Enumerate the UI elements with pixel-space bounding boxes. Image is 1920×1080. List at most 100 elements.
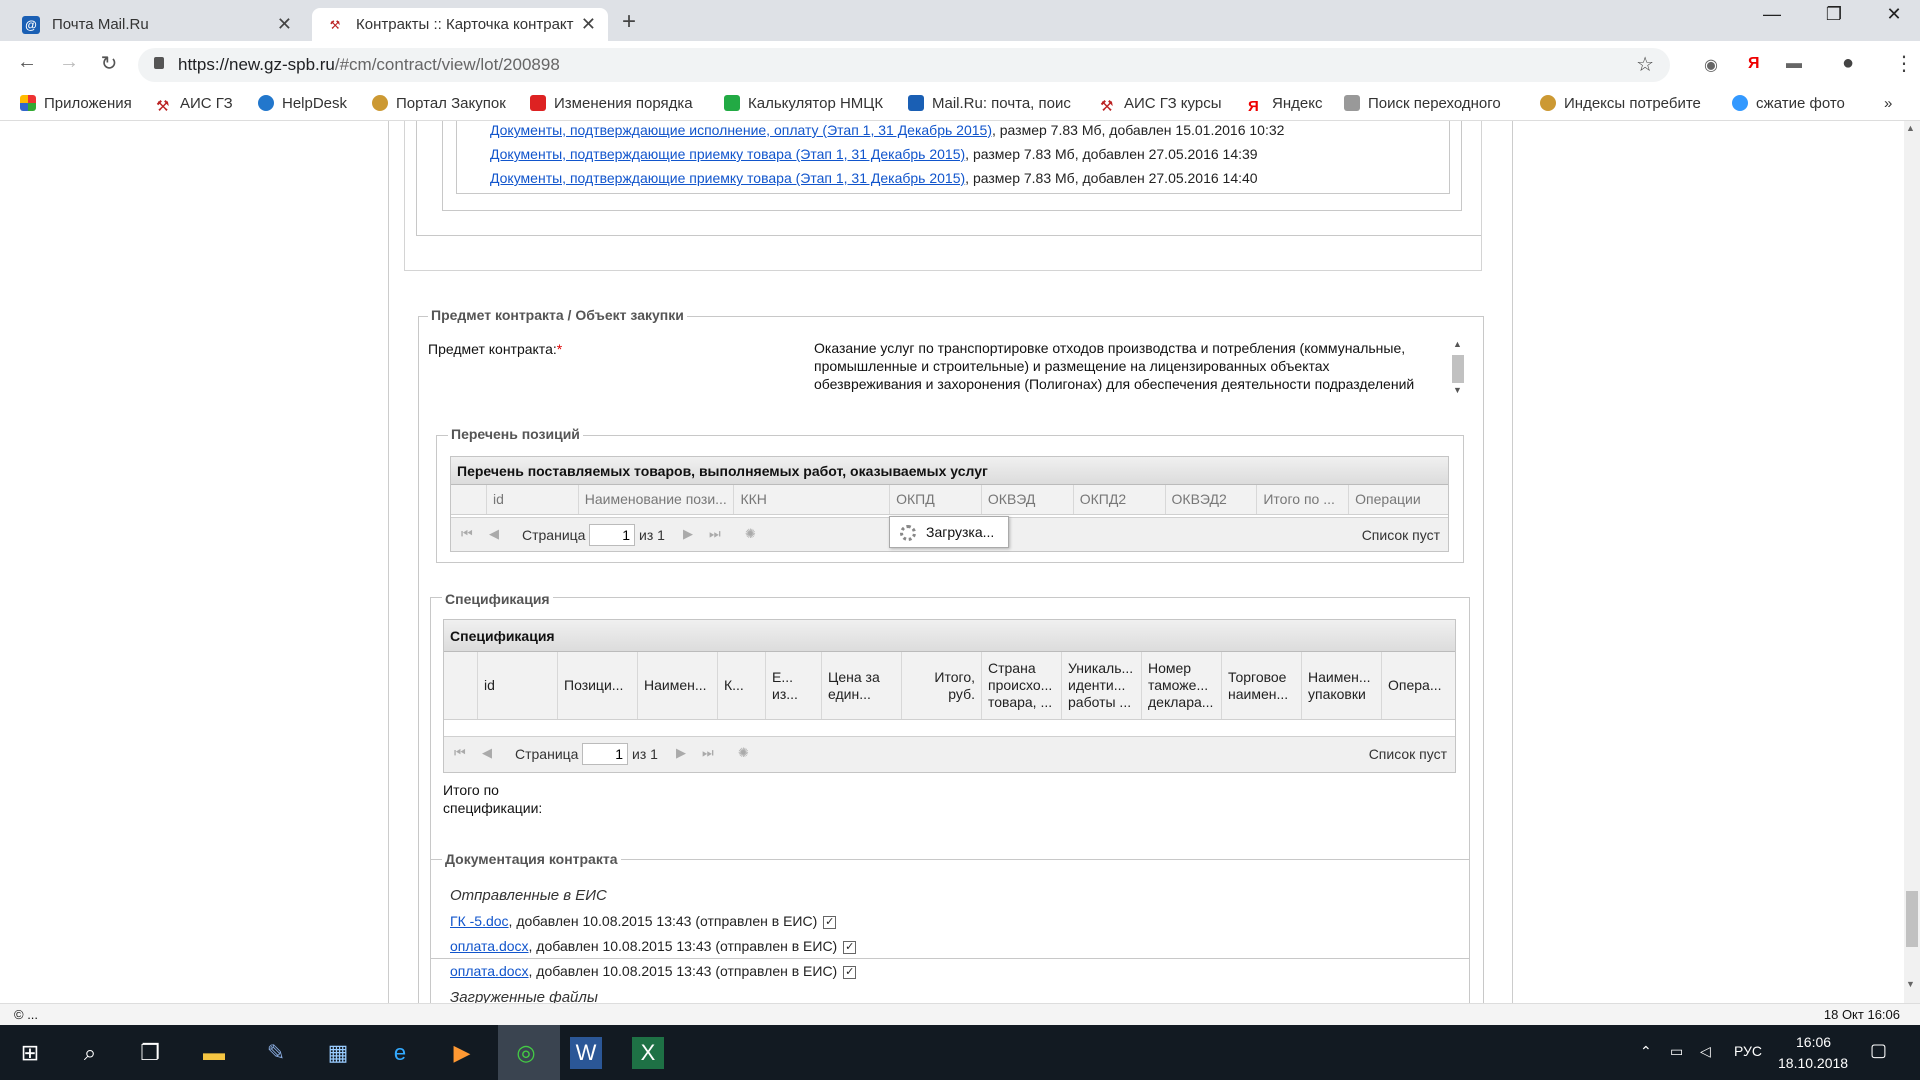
- file-link[interactable]: ГК -5.doc: [450, 913, 509, 929]
- column-header[interactable]: Наимен... упаковки: [1302, 652, 1382, 719]
- task-view-icon[interactable]: ❐: [134, 1037, 166, 1069]
- menu-icon[interactable]: ⋮: [1894, 51, 1914, 76]
- doc-link[interactable]: Документы, подтверждающие приемку товара…: [490, 146, 965, 162]
- back-icon[interactable]: ←: [12, 51, 42, 74]
- column-header[interactable]: Страна происхо... товара, ...: [982, 652, 1062, 719]
- doc-link[interactable]: Документы, подтверждающие исполнение, оп…: [490, 122, 992, 138]
- bookmark-indexes[interactable]: Индексы потребите: [1540, 95, 1701, 112]
- page-scrollbar[interactable]: ▲ ▼: [1904, 121, 1920, 1003]
- profile-icon[interactable]: ●: [1842, 52, 1854, 75]
- search-icon[interactable]: ⌕: [74, 1037, 106, 1069]
- column-header[interactable]: Е... из...: [766, 652, 822, 719]
- column-header[interactable]: ОКВЭД: [982, 485, 1074, 514]
- extension-icon[interactable]: ▬: [1786, 55, 1802, 73]
- network-icon[interactable]: ▭: [1670, 1043, 1683, 1060]
- tab-mail[interactable]: @ Почта Mail.Ru ✕: [8, 8, 304, 41]
- notifications-icon[interactable]: ▢: [1870, 1040, 1887, 1061]
- column-header[interactable]: Итого, руб.: [902, 652, 982, 719]
- scroll-down-icon[interactable]: ▼: [1906, 979, 1915, 989]
- tab-contracts[interactable]: ⚒ Контракты :: Карточка контракт ✕: [312, 8, 608, 41]
- column-header[interactable]: Операции: [1349, 485, 1448, 514]
- clock-date[interactable]: 18.10.2018: [1778, 1055, 1848, 1071]
- extension-icon[interactable]: ◉: [1704, 55, 1718, 75]
- bookmark-changes[interactable]: Изменения порядка: [530, 95, 693, 112]
- column-header[interactable]: id: [487, 485, 579, 514]
- language-indicator[interactable]: РУС: [1734, 1043, 1762, 1059]
- file-explorer-icon[interactable]: ▬: [198, 1037, 230, 1069]
- calculator-icon[interactable]: ▦: [322, 1037, 354, 1069]
- bookmark-portal[interactable]: Портал Закупок: [372, 95, 506, 112]
- app-icon[interactable]: ✎: [260, 1037, 292, 1069]
- bookmark-ais-courses[interactable]: ⚒ АИС ГЗ курсы: [1100, 95, 1222, 115]
- close-tab-icon[interactable]: ✕: [277, 8, 292, 41]
- column-header[interactable]: Позици...: [558, 652, 638, 719]
- restore-icon[interactable]: ❐: [1814, 4, 1854, 25]
- bookmark-ais-gz[interactable]: ⚒ АИС ГЗ: [156, 95, 233, 115]
- column-header[interactable]: ОКПД2: [1074, 485, 1166, 514]
- column-header[interactable]: ККН: [734, 485, 891, 514]
- bookmark-photo[interactable]: сжатие фото: [1732, 95, 1845, 112]
- tray-chevron-icon[interactable]: ⌃: [1640, 1043, 1652, 1060]
- bookmark-star-icon[interactable]: ☆: [1636, 52, 1654, 77]
- internet-explorer-icon[interactable]: e: [384, 1037, 416, 1069]
- page-number-input[interactable]: [582, 743, 628, 765]
- first-page-icon[interactable]: ⏮: [454, 745, 466, 761]
- volume-muted-icon[interactable]: ◁: [1700, 1043, 1711, 1060]
- next-page-icon[interactable]: ▶: [683, 526, 693, 542]
- minimize-icon[interactable]: —: [1752, 4, 1792, 25]
- last-page-icon[interactable]: ⏭: [709, 526, 721, 542]
- bookmark-search[interactable]: Поиск переходного: [1344, 95, 1501, 112]
- windows-start-icon[interactable]: ⊞: [14, 1037, 46, 1069]
- scroll-down-icon[interactable]: ▼: [1453, 385, 1462, 395]
- media-player-icon[interactable]: ▶: [446, 1037, 478, 1069]
- bookmark-yandex[interactable]: Я Яндекс: [1248, 95, 1322, 115]
- excel-icon[interactable]: X: [632, 1037, 664, 1069]
- column-header[interactable]: id: [478, 652, 558, 719]
- scroll-up-icon[interactable]: ▲: [1906, 123, 1915, 133]
- column-header[interactable]: Цена за един...: [822, 652, 902, 719]
- doc-link[interactable]: Документы, подтверждающие приемку товара…: [490, 170, 965, 186]
- bookmark-helpdesk[interactable]: HelpDesk: [258, 95, 347, 112]
- scroll-thumb[interactable]: [1452, 355, 1464, 383]
- textarea-scrollbar[interactable]: ▲ ▼: [1450, 339, 1466, 395]
- first-page-icon[interactable]: ⏮: [461, 526, 473, 542]
- file-link[interactable]: оплата.docx: [450, 938, 529, 954]
- column-header[interactable]: ОКВЭД2: [1166, 485, 1258, 514]
- bookmark-apps[interactable]: Приложения: [20, 95, 132, 112]
- scroll-up-icon[interactable]: ▲: [1453, 339, 1462, 349]
- scroll-thumb[interactable]: [1906, 891, 1918, 947]
- reload-icon[interactable]: ↻: [94, 51, 124, 76]
- column-header[interactable]: ОКПД: [890, 485, 982, 514]
- page-number-input[interactable]: [589, 524, 635, 546]
- close-tab-icon[interactable]: ✕: [581, 8, 596, 41]
- column-header[interactable]: Торговое наимен...: [1222, 652, 1302, 719]
- column-header[interactable]: К...: [718, 652, 766, 719]
- refresh-icon[interactable]: ✺: [745, 526, 756, 542]
- chrome-icon[interactable]: ◎: [510, 1037, 542, 1069]
- prev-page-icon[interactable]: ◀: [482, 745, 492, 761]
- forward-icon[interactable]: →: [54, 51, 84, 74]
- bookmark-mailru[interactable]: Mail.Ru: почта, поис: [908, 95, 1071, 112]
- yandex-icon[interactable]: Я: [1748, 55, 1760, 73]
- last-page-icon[interactable]: ⏭: [702, 745, 714, 761]
- bookmark-calculator[interactable]: Калькулятор НМЦК: [724, 95, 883, 112]
- refresh-icon[interactable]: ✺: [738, 745, 749, 761]
- column-header[interactable]: Итого по ...: [1257, 485, 1350, 514]
- column-header[interactable]: Наимен...: [638, 652, 718, 719]
- file-link[interactable]: оплата.docx: [450, 963, 529, 979]
- column-header[interactable]: Номер таможе... деклара...: [1142, 652, 1222, 719]
- column-header[interactable]: Опера...: [1382, 652, 1455, 719]
- clock-time[interactable]: 16:06: [1796, 1034, 1831, 1050]
- next-page-icon[interactable]: ▶: [676, 745, 686, 761]
- close-window-icon[interactable]: ✕: [1874, 4, 1914, 25]
- column-header[interactable]: Наименование пози...: [579, 485, 735, 514]
- tools-icon: ⚒: [156, 98, 170, 115]
- subject-textarea[interactable]: Оказание услуг по транспортировке отходо…: [814, 339, 1424, 393]
- bookmarks-overflow-icon[interactable]: »: [1884, 95, 1892, 112]
- prev-page-icon[interactable]: ◀: [489, 526, 499, 542]
- positions-legend: Перечень позиций: [448, 426, 583, 442]
- new-tab-button[interactable]: +: [622, 8, 636, 36]
- column-header[interactable]: Уникаль... иденти... работы ...: [1062, 652, 1142, 719]
- word-icon[interactable]: W: [570, 1037, 602, 1069]
- address-bar[interactable]: https://new.gz-spb.ru/#cm/contract/view/…: [138, 48, 1670, 82]
